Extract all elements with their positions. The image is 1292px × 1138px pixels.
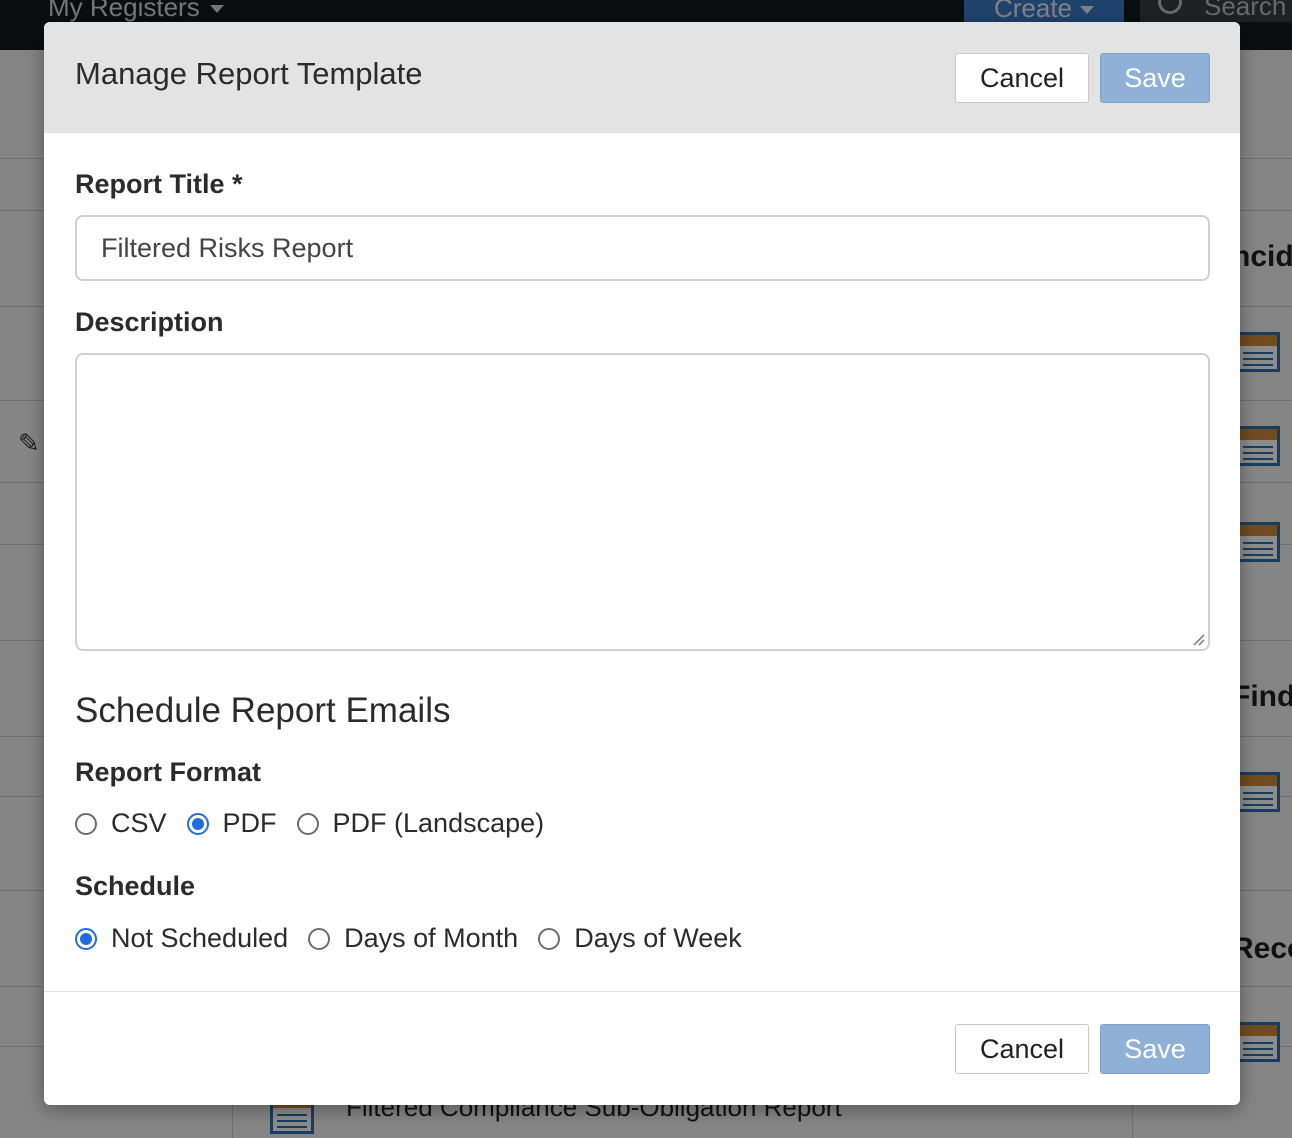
schedule-radio-group: Not Scheduled Days of Month Days of Week — [75, 923, 762, 954]
radio-button[interactable] — [75, 927, 97, 950]
radio-button[interactable] — [186, 812, 209, 835]
schedule-label: Schedule — [75, 871, 196, 901]
footer-cancel-button[interactable]: Cancel — [955, 1024, 1089, 1074]
report-title-value: Filtered Risks Report — [101, 232, 354, 263]
radio-label: Days of Week — [574, 923, 742, 953]
report-format-radio-group: CSV PDF PDF (Landscape) — [75, 808, 564, 839]
radio-label: PDF (Landscape) — [332, 808, 545, 838]
schedule-option-days-of-week[interactable]: Days of Week — [538, 923, 742, 954]
format-option-pdf-landscape[interactable]: PDF (Landscape) — [296, 808, 545, 839]
schedule-option-days-of-month[interactable]: Days of Month — [308, 923, 518, 954]
footer-save-button[interactable]: Save — [1100, 1024, 1210, 1074]
manage-report-template-dialog: Manage Report Template Cancel Save Repor… — [44, 22, 1240, 1105]
modal-title: Manage Report Template — [75, 56, 423, 91]
radio-button[interactable] — [75, 812, 97, 835]
report-title-label: Report Title * — [75, 169, 243, 199]
schedule-section-title: Schedule Report Emails — [75, 691, 451, 730]
radio-label: Not Scheduled — [111, 923, 289, 953]
footer-divider — [44, 991, 1240, 992]
cancel-button[interactable]: Cancel — [955, 53, 1089, 103]
radio-label: Days of Month — [344, 923, 519, 953]
report-format-label: Report Format — [75, 757, 262, 787]
radio-button[interactable] — [308, 927, 331, 950]
radio-label: CSV — [111, 808, 167, 838]
format-option-csv[interactable]: CSV — [75, 808, 167, 839]
schedule-option-not-scheduled[interactable]: Not Scheduled — [75, 923, 288, 954]
save-button[interactable]: Save — [1100, 53, 1210, 103]
radio-label: PDF — [222, 808, 277, 838]
report-title-input[interactable]: Filtered Risks Report — [75, 215, 1210, 281]
radio-button[interactable] — [538, 927, 561, 950]
description-textarea[interactable] — [75, 353, 1210, 651]
modal-header: Manage Report Template Cancel Save — [44, 22, 1240, 133]
radio-button[interactable] — [296, 812, 319, 835]
resize-handle-icon[interactable] — [1191, 632, 1205, 646]
format-option-pdf[interactable]: PDF — [186, 808, 277, 839]
description-label: Description — [75, 307, 224, 337]
